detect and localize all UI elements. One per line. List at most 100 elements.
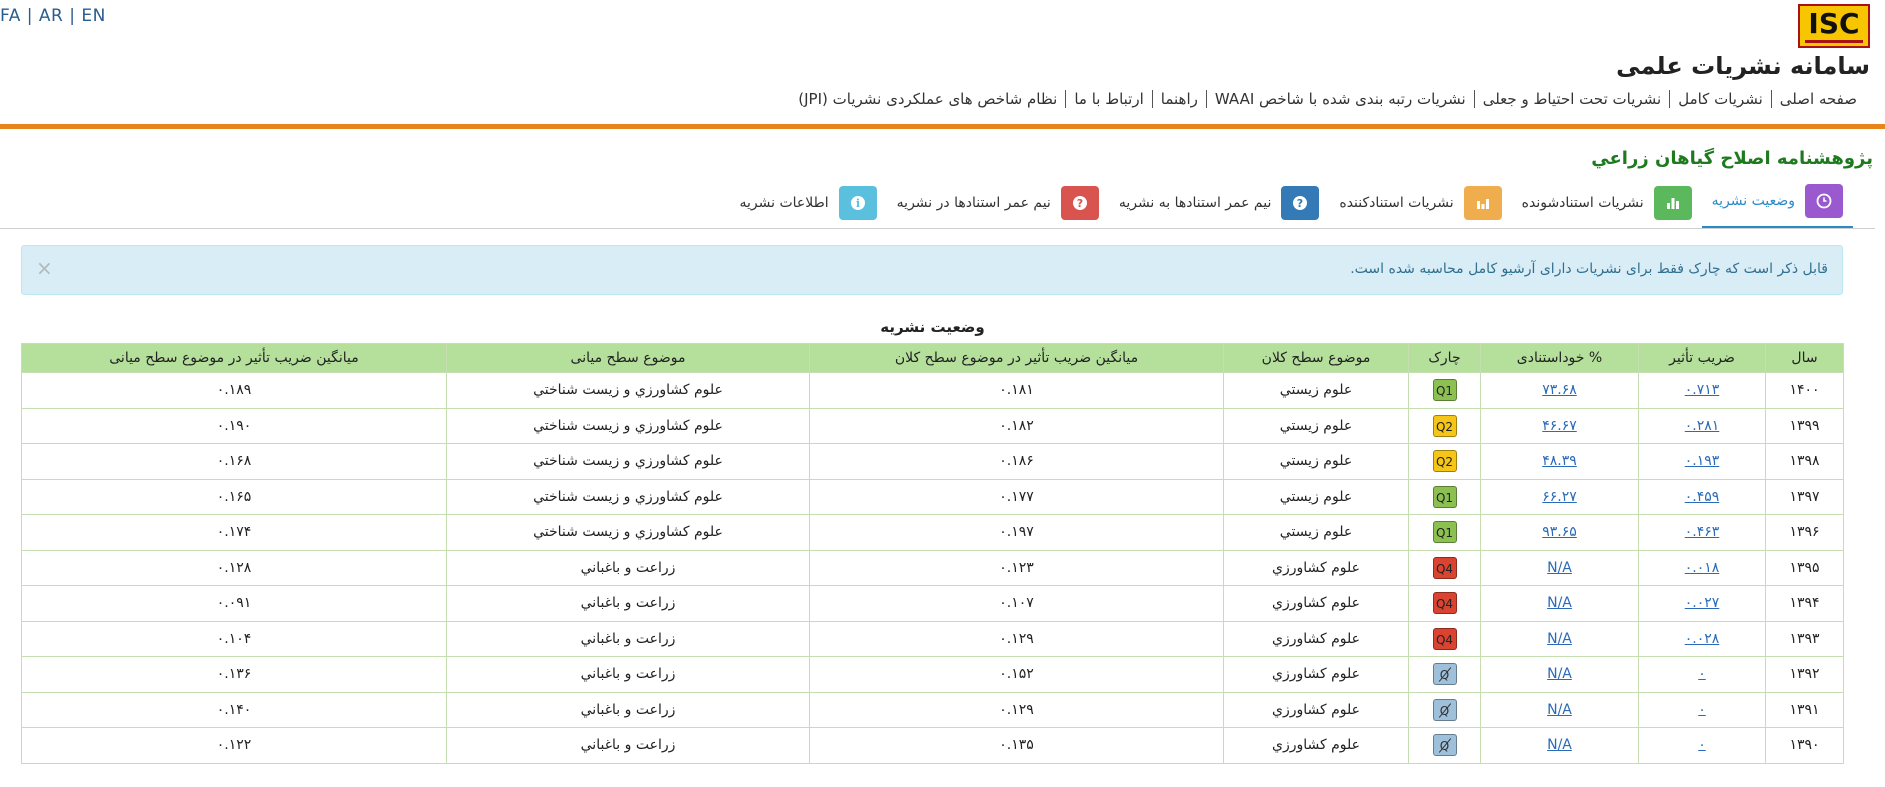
macro-avg-cell: ۰.۱۲۳	[809, 549, 1224, 586]
tabs-underline	[0, 228, 1875, 229]
self-citation-link[interactable]: N/A	[1547, 631, 1572, 647]
quartile-cell: Q4	[1408, 585, 1481, 622]
impact-factor-link[interactable]: ۰.۰۱۸	[1685, 560, 1720, 576]
self-citation-link[interactable]: ۴۶.۶۷	[1542, 418, 1577, 434]
impact-factor-link[interactable]: ۰.۱۹۳	[1685, 453, 1720, 469]
year-cell: ۱۳۹۶	[1765, 514, 1844, 551]
question-icon: ?	[1281, 185, 1320, 220]
table-row: ۱۳۹۳ ۰.۰۲۸ N/A Q4 علوم كشاورزي ۰.۱۲۹ زراعت و ب…	[21, 620, 1844, 657]
quartile-cell	[1408, 727, 1481, 764]
quartile-cell: Q4	[1408, 549, 1481, 586]
nav-jpi[interactable]: نظام شاخص های عملکردی نشریات (JPI)	[790, 90, 1065, 108]
mid-avg-cell: ۰.۰۹۱	[21, 585, 447, 622]
tab-label: نشریات استنادکننده	[1339, 194, 1454, 211]
self-citation-link[interactable]: N/A	[1547, 666, 1572, 682]
mid-subject-cell: علوم كشاورزي و زيست شناختي	[446, 407, 810, 444]
tab-citing-journals[interactable]: نشریات استنادکننده	[1329, 182, 1511, 228]
nav-home[interactable]: صفحه اصلی	[1772, 90, 1865, 108]
self-citation-cell: ۶۶.۲۷	[1480, 478, 1639, 515]
nav-divider	[1205, 90, 1207, 108]
impact-factor-link[interactable]: ۰.۴۵۹	[1685, 489, 1720, 505]
mid-avg-cell: ۰.۱۴۰	[21, 691, 447, 728]
quartile-cell: Q2	[1408, 407, 1481, 444]
bar-chart-icon	[1463, 185, 1502, 220]
info-icon: i	[838, 185, 877, 220]
col-quartile: چارک	[1408, 343, 1481, 373]
impact-factor-link[interactable]: ۰.۰۲۸	[1685, 631, 1720, 647]
self-citation-link[interactable]: N/A	[1547, 702, 1572, 718]
year-cell: ۱۳۹۴	[1765, 585, 1844, 622]
tab-half-life-in-journal[interactable]: ? نیم عمر استنادها در نشریه	[887, 182, 1109, 228]
bar-chart-icon	[1653, 185, 1692, 220]
year-cell: ۱۳۹۹	[1765, 407, 1844, 444]
close-icon[interactable]: ×	[36, 256, 53, 280]
self-citation-link[interactable]: ۹۳.۶۵	[1542, 524, 1577, 540]
quartile-badge: Q2	[1432, 450, 1457, 473]
table-row: ۱۳۹۷ ۰.۴۵۹ ۶۶.۲۷ Q1 علوم زيستي ۰.۱۷۷ علوم كشاو…	[21, 478, 1844, 515]
col-mid-avg: میانگین ضریب تأثیر در موضوع سطح میانی	[21, 343, 447, 373]
self-citation-link[interactable]: ۶۶.۲۷	[1542, 489, 1577, 505]
impact-factor-cell: ۰.۴۶۳	[1638, 514, 1766, 551]
self-citation-cell: N/A	[1480, 727, 1639, 764]
lang-ar[interactable]: AR	[39, 6, 63, 26]
tab-journal-status[interactable]: وضعیت نشریه	[1701, 180, 1853, 229]
lang-fa[interactable]: FA	[0, 6, 21, 26]
quartile-cell: Q1	[1408, 372, 1481, 409]
impact-factor-link[interactable]: ۰.۷۱۳	[1685, 382, 1720, 398]
quartile-badge: Q4	[1432, 627, 1457, 650]
nav-caution-journals[interactable]: نشریات تحت احتیاط و جعلی	[1475, 90, 1670, 108]
macro-subject-cell: علوم كشاورزي	[1223, 549, 1409, 586]
tab-half-life-to-journal[interactable]: ? نیم عمر استنادها به نشریه	[1109, 182, 1330, 228]
quartile-cell: Q1	[1408, 478, 1481, 515]
mid-avg-cell: ۰.۱۰۴	[21, 620, 447, 657]
mid-avg-cell: ۰.۱۶۵	[21, 478, 447, 515]
macro-avg-cell: ۰.۱۸۱	[809, 372, 1224, 409]
nav-divider	[1065, 90, 1067, 108]
mid-subject-cell: زراعت و باغباني	[446, 549, 810, 586]
mid-subject-cell: زراعت و باغباني	[446, 585, 810, 622]
svg-text:i: i	[856, 197, 860, 210]
nav-complete-journals[interactable]: نشریات کامل	[1670, 90, 1771, 108]
isc-logo[interactable]: ISC	[1798, 4, 1870, 48]
header-divider	[0, 124, 1885, 129]
self-citation-link[interactable]: ۷۳.۶۸	[1542, 382, 1577, 398]
quartile-badge: Q4	[1432, 556, 1457, 579]
self-citation-link[interactable]: N/A	[1547, 560, 1572, 576]
macro-subject-cell: علوم كشاورزي	[1223, 691, 1409, 728]
impact-factor-link[interactable]: ۰.۲۸۱	[1685, 418, 1720, 434]
self-citation-link[interactable]: N/A	[1547, 737, 1572, 753]
mid-avg-cell: ۰.۱۳۶	[21, 656, 447, 693]
impact-factor-cell: ۰.۴۵۹	[1638, 478, 1766, 515]
impact-factor-link[interactable]: ۰.۰۲۷	[1685, 595, 1720, 611]
impact-factor-cell: ۰.۰۲۷	[1638, 585, 1766, 622]
col-year: سال	[1765, 343, 1844, 373]
nav-guide[interactable]: راهنما	[1153, 90, 1206, 108]
logo-text: ISC	[1808, 6, 1860, 40]
macro-subject-cell: علوم كشاورزي	[1223, 727, 1409, 764]
self-citation-link[interactable]: ۴۸.۳۹	[1542, 453, 1577, 469]
macro-subject-cell: علوم كشاورزي	[1223, 620, 1409, 657]
col-macro-avg: میانگین ضریب تأثیر در موضوع سطح کلان	[809, 343, 1224, 373]
svg-text:?: ?	[1297, 197, 1303, 210]
impact-factor-link[interactable]: ۰	[1698, 702, 1706, 718]
table-row: ۱۳۹۵ ۰.۰۱۸ N/A Q4 علوم كشاورزي ۰.۱۲۳ زراعت و ب…	[21, 549, 1844, 586]
mid-subject-cell: زراعت و باغباني	[446, 727, 810, 764]
tab-cited-journals[interactable]: نشریات استنادشونده	[1512, 182, 1702, 228]
impact-factor-link[interactable]: ۰	[1698, 666, 1706, 682]
self-citation-link[interactable]: N/A	[1547, 595, 1572, 611]
mid-avg-cell: ۰.۱۶۸	[21, 443, 447, 480]
tab-journal-info[interactable]: i اطلاعات نشریه	[730, 182, 887, 228]
alert-text: قابل ذکر است که چارک فقط برای نشریات دار…	[1350, 261, 1828, 277]
impact-factor-link[interactable]: ۰.۴۶۳	[1685, 524, 1720, 540]
mid-avg-cell: ۰.۱۷۴	[21, 514, 447, 551]
self-citation-cell: N/A	[1480, 585, 1639, 622]
col-impact-factor: ضریب تأثیر	[1638, 343, 1766, 373]
nav-waai-ranked[interactable]: نشریات رتبه بندی شده با شاخص WAAI	[1207, 90, 1474, 108]
lang-en[interactable]: EN	[81, 6, 105, 26]
macro-avg-cell: ۰.۱۰۷	[809, 585, 1224, 622]
quartile-unavailable-icon	[1432, 734, 1457, 757]
impact-factor-link[interactable]: ۰	[1698, 737, 1706, 753]
mid-subject-cell: زراعت و باغباني	[446, 620, 810, 657]
nav-contact[interactable]: ارتباط با ما	[1066, 90, 1151, 108]
language-switcher: FA | AR | EN	[0, 6, 106, 26]
